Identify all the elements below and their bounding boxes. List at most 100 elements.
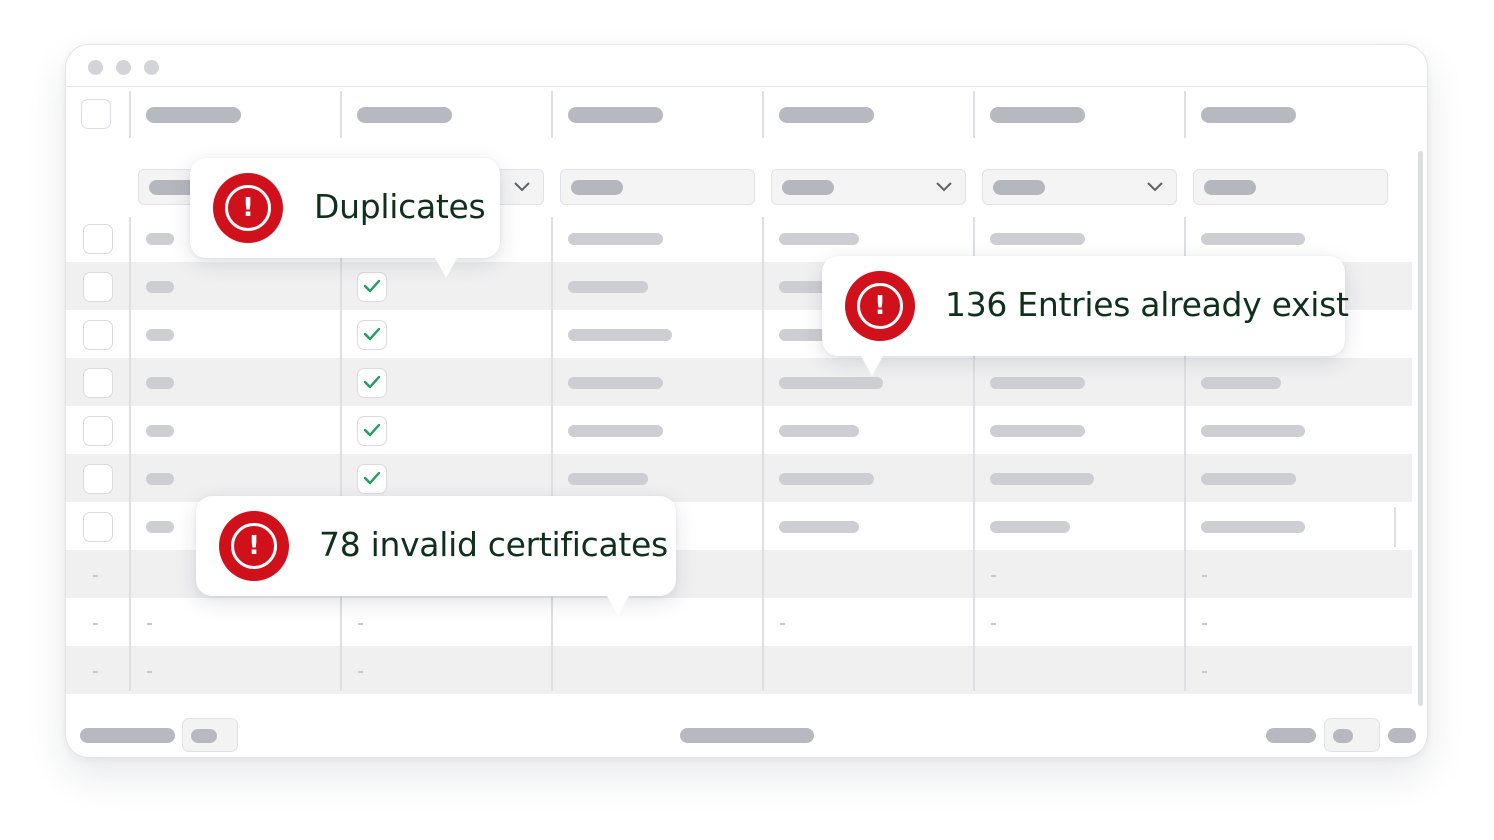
page-size-select[interactable] bbox=[182, 718, 238, 752]
column-divider bbox=[1394, 507, 1396, 547]
alert-icon: ! bbox=[845, 271, 915, 341]
callout-tail bbox=[860, 354, 884, 376]
column-divider bbox=[1184, 91, 1186, 138]
checkmark-icon bbox=[363, 279, 381, 293]
cell-placeholder bbox=[779, 521, 859, 533]
empty-cell bbox=[93, 671, 98, 673]
column-divider bbox=[340, 91, 342, 138]
empty-cell bbox=[93, 575, 98, 577]
filter-value bbox=[782, 180, 834, 195]
column-divider bbox=[340, 217, 342, 691]
callout-tail bbox=[434, 256, 458, 278]
cell-placeholder bbox=[146, 425, 174, 437]
empty-cell bbox=[147, 623, 152, 625]
row-checkbox[interactable] bbox=[83, 320, 113, 350]
filter-dropdown[interactable] bbox=[771, 169, 966, 205]
checkmark-icon bbox=[363, 327, 381, 341]
cell-placeholder bbox=[1201, 233, 1305, 245]
empty-cell bbox=[991, 575, 996, 577]
checked-checkbox[interactable] bbox=[357, 464, 387, 494]
cell-placeholder bbox=[146, 473, 174, 485]
alert-icon: ! bbox=[219, 511, 289, 581]
cell-placeholder bbox=[779, 377, 883, 389]
cell-placeholder bbox=[1201, 473, 1296, 485]
cell-placeholder bbox=[990, 473, 1094, 485]
empty-cell bbox=[1202, 623, 1207, 625]
row-checkbox[interactable] bbox=[83, 272, 113, 302]
cell-placeholder bbox=[146, 281, 174, 293]
empty-cell bbox=[1202, 671, 1207, 673]
cell-placeholder bbox=[568, 281, 648, 293]
entries-exist-callout: ! 136 Entries already exist bbox=[822, 256, 1349, 376]
cell-placeholder bbox=[779, 425, 859, 437]
column-header[interactable] bbox=[1201, 107, 1296, 123]
filter-input[interactable] bbox=[560, 169, 755, 205]
cell-placeholder bbox=[990, 425, 1085, 437]
next-page-button[interactable] bbox=[1388, 728, 1416, 743]
duplicates-callout: ! Duplicates bbox=[190, 158, 500, 278]
row-checkbox[interactable] bbox=[83, 416, 113, 446]
callout-tail bbox=[606, 594, 630, 616]
filter-value bbox=[571, 180, 623, 195]
window-close-dot[interactable] bbox=[88, 60, 103, 75]
cell-placeholder bbox=[568, 377, 663, 389]
cell-placeholder bbox=[779, 233, 859, 245]
cell-placeholder bbox=[779, 473, 874, 485]
column-header[interactable] bbox=[357, 107, 452, 123]
row-checkbox[interactable] bbox=[83, 512, 113, 542]
row-checkbox[interactable] bbox=[83, 224, 113, 254]
checked-checkbox[interactable] bbox=[357, 272, 387, 302]
select-all-checkbox[interactable] bbox=[81, 99, 111, 129]
row-checkbox[interactable] bbox=[83, 464, 113, 494]
cell-placeholder bbox=[990, 521, 1070, 533]
column-header[interactable] bbox=[146, 107, 241, 123]
cell-placeholder bbox=[568, 473, 648, 485]
cell-placeholder bbox=[568, 233, 663, 245]
filter-dropdown[interactable] bbox=[982, 169, 1177, 205]
cell-placeholder bbox=[1201, 377, 1281, 389]
checked-checkbox[interactable] bbox=[357, 416, 387, 446]
column-header[interactable] bbox=[568, 107, 663, 123]
checkmark-icon bbox=[363, 423, 381, 437]
page-number-value bbox=[1333, 729, 1353, 743]
filter-value bbox=[993, 180, 1045, 195]
column-divider bbox=[551, 217, 553, 691]
window-minimize-dot[interactable] bbox=[116, 60, 131, 75]
column-header[interactable] bbox=[990, 107, 1085, 123]
checked-checkbox[interactable] bbox=[357, 368, 387, 398]
column-divider bbox=[551, 91, 553, 138]
empty-cell bbox=[991, 623, 996, 625]
column-divider bbox=[762, 91, 764, 138]
cell-placeholder bbox=[568, 329, 672, 341]
cell-placeholder bbox=[146, 329, 174, 341]
chevron-down-icon bbox=[1147, 182, 1163, 192]
page-size-value bbox=[191, 729, 217, 743]
cell-placeholder bbox=[1201, 425, 1305, 437]
column-divider bbox=[129, 91, 131, 138]
title-bar bbox=[66, 45, 1427, 87]
empty-cell bbox=[147, 671, 152, 673]
window-maximize-dot[interactable] bbox=[144, 60, 159, 75]
empty-cell bbox=[780, 623, 785, 625]
cell-placeholder bbox=[990, 377, 1085, 389]
column-header[interactable] bbox=[779, 107, 874, 123]
app-window bbox=[65, 44, 1428, 758]
page-number-input[interactable] bbox=[1324, 718, 1380, 752]
checkmark-icon bbox=[363, 471, 381, 485]
filter-input[interactable] bbox=[1193, 169, 1388, 205]
alert-icon: ! bbox=[213, 173, 283, 243]
empty-cell bbox=[93, 623, 98, 625]
chevron-down-icon bbox=[514, 182, 530, 192]
footer-label bbox=[80, 728, 175, 743]
cell-placeholder bbox=[1201, 521, 1305, 533]
page-label bbox=[1266, 728, 1316, 743]
cell-placeholder bbox=[146, 377, 174, 389]
empty-cell bbox=[1202, 575, 1207, 577]
empty-cell bbox=[358, 623, 363, 625]
cell-placeholder bbox=[990, 233, 1085, 245]
table-row-bg bbox=[66, 646, 1412, 694]
row-checkbox[interactable] bbox=[83, 368, 113, 398]
invalid-certificates-callout: ! 78 invalid certificates bbox=[196, 496, 676, 616]
vertical-scrollbar[interactable] bbox=[1418, 151, 1423, 706]
checked-checkbox[interactable] bbox=[357, 320, 387, 350]
